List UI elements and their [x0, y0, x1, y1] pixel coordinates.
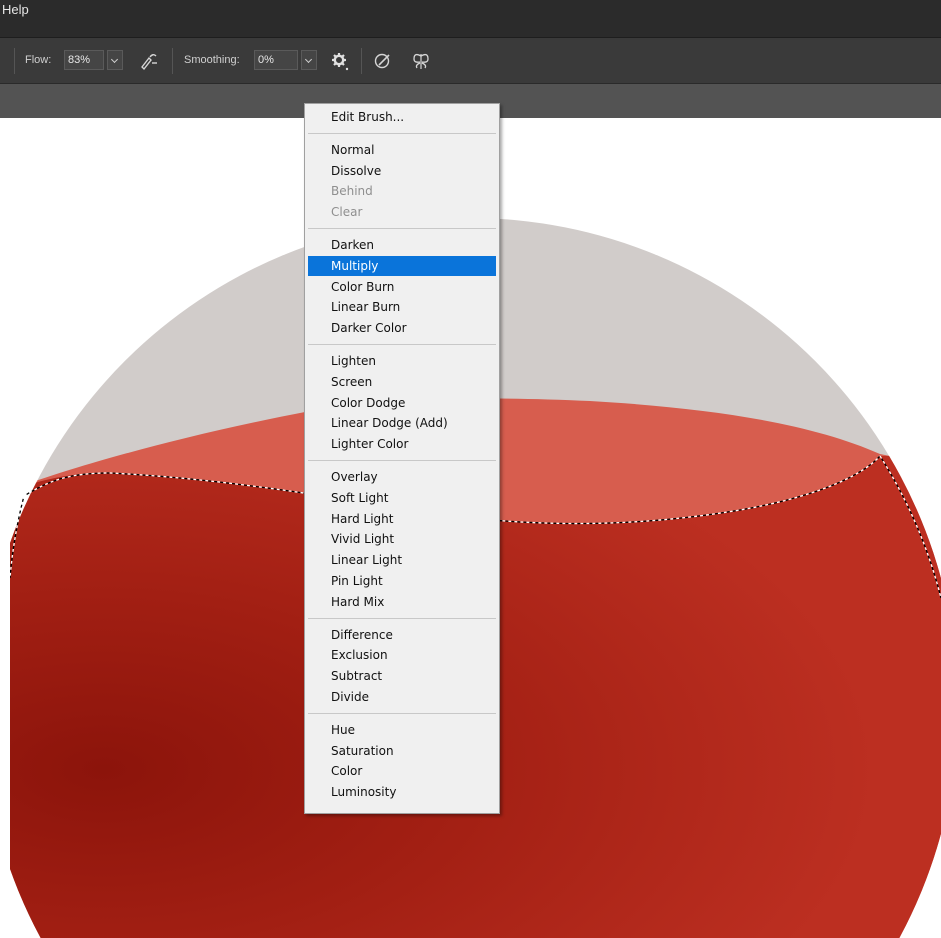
menu-item-darker-color[interactable]: Darker Color: [308, 318, 496, 338]
menu-item-linear-light[interactable]: Linear Light: [308, 550, 496, 570]
menu-item-divide[interactable]: Divide: [308, 687, 496, 707]
menu-item-clear: Clear: [331, 205, 363, 220]
menu-item-saturation[interactable]: Saturation: [308, 741, 496, 761]
smoothing-dropdown-button[interactable]: [301, 50, 317, 70]
menu-item-normal[interactable]: Normal: [308, 140, 496, 160]
menu-item-overlay[interactable]: Overlay: [308, 467, 496, 487]
smoothing-label: Smoothing:: [184, 54, 240, 66]
menu-item-luminosity[interactable]: Luminosity: [308, 782, 496, 802]
symmetry-icon[interactable]: [410, 50, 432, 72]
menu-item-behind: Behind: [331, 184, 373, 199]
menu-item-exclusion[interactable]: Exclusion: [308, 645, 496, 665]
menu-divider: [308, 133, 496, 134]
menu-item-darken[interactable]: Darken: [308, 235, 496, 255]
menu-item-dissolve[interactable]: Dissolve: [308, 161, 496, 181]
tool-options-bar: Flow: 83% Smoothing: 0%: [0, 38, 941, 84]
menu-item-lighter-color[interactable]: Lighter Color: [308, 434, 496, 454]
menu-divider: [308, 228, 496, 229]
menu-item-edit-brush[interactable]: Edit Brush...: [308, 107, 496, 127]
smoothing-input[interactable]: 0%: [254, 50, 298, 70]
menu-item-screen[interactable]: Screen: [308, 372, 496, 392]
menu-item-color-dodge[interactable]: Color Dodge: [308, 393, 496, 413]
menu-divider: [308, 618, 496, 619]
options-separator: [14, 48, 15, 74]
menu-item-subtract[interactable]: Subtract: [308, 666, 496, 686]
menu-item-hue[interactable]: Hue: [308, 720, 496, 740]
menu-item-pin-light[interactable]: Pin Light: [308, 571, 496, 591]
brush-blend-mode-menu: Edit Brush... Normal Dissolve Behind Clear Da…: [304, 103, 500, 814]
airbrush-icon[interactable]: [138, 50, 160, 72]
menu-item-color-burn[interactable]: Color Burn: [308, 277, 496, 297]
menu-help[interactable]: Help: [2, 2, 29, 17]
menu-item-linear-dodge-add[interactable]: Linear Dodge (Add): [308, 413, 496, 433]
options-separator: [361, 48, 362, 74]
menu-item-lighten[interactable]: Lighten: [308, 351, 496, 371]
options-separator: [172, 48, 173, 74]
menu-divider: [308, 713, 496, 714]
pressure-size-icon[interactable]: [372, 50, 394, 72]
flow-input[interactable]: 83%: [64, 50, 104, 70]
menu-item-soft-light[interactable]: Soft Light: [308, 488, 496, 508]
flow-label: Flow:: [25, 54, 52, 66]
flow-dropdown-button[interactable]: [107, 50, 123, 70]
menu-item-vivid-light[interactable]: Vivid Light: [308, 529, 496, 549]
menu-item-color[interactable]: Color: [308, 761, 496, 781]
menu-item-multiply[interactable]: Multiply: [308, 255, 496, 276]
menu-bar: Help: [0, 0, 941, 38]
menu-item-difference[interactable]: Difference: [308, 625, 496, 645]
menu-item-hard-mix[interactable]: Hard Mix: [308, 592, 496, 612]
gear-icon[interactable]: [328, 50, 350, 72]
menu-item-hard-light[interactable]: Hard Light: [308, 509, 496, 529]
menu-divider: [308, 460, 496, 461]
menu-divider: [308, 344, 496, 345]
menu-item-linear-burn[interactable]: Linear Burn: [308, 297, 496, 317]
